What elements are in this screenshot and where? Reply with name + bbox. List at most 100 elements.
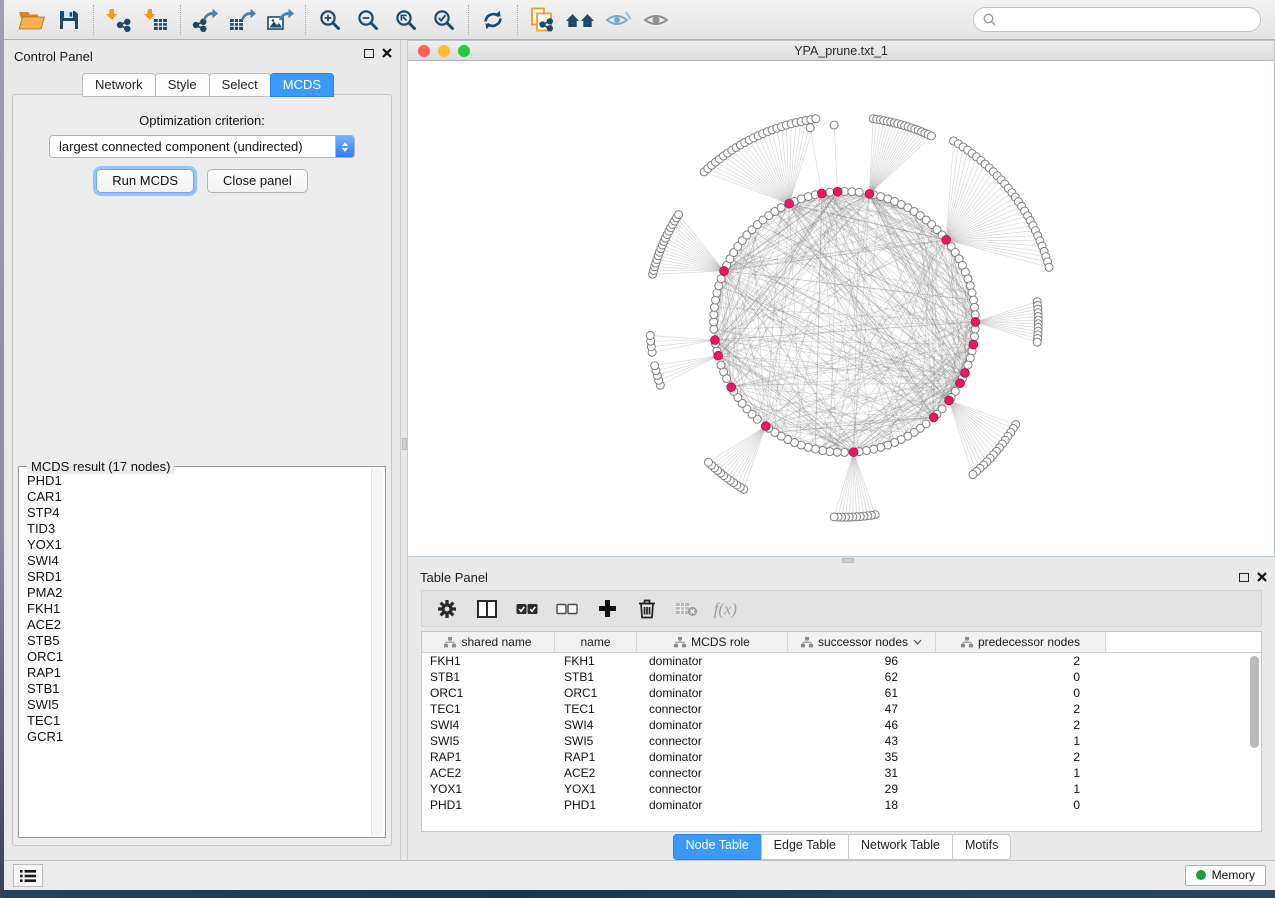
mcds-result-node[interactable]: SWI5 bbox=[21, 697, 371, 713]
network-canvas[interactable] bbox=[408, 62, 1274, 556]
column-header-predecessor-nodes[interactable]: predecessor nodes bbox=[936, 632, 1106, 652]
column-header-MCDS-role[interactable]: MCDS role bbox=[637, 632, 788, 652]
open-file-icon[interactable] bbox=[12, 4, 50, 36]
table-row[interactable]: FKH1FKH1dominator962 bbox=[422, 653, 1261, 669]
search-box[interactable] bbox=[973, 7, 1261, 32]
table-panel-tabs: Node TableEdge TableNetwork TableMotifs bbox=[408, 832, 1275, 860]
tab-network-table[interactable]: Network Table bbox=[848, 834, 953, 860]
mcds-tab-content: Optimization criterion: largest connecte… bbox=[12, 94, 392, 846]
network-view-frame: YPA_prune.txt_1 bbox=[408, 40, 1275, 557]
mcds-result-node[interactable]: STB5 bbox=[21, 633, 371, 649]
deselect-all-icon[interactable] bbox=[552, 595, 582, 623]
mcds-result-node[interactable]: CAR1 bbox=[21, 489, 371, 505]
zoom-out-icon[interactable] bbox=[349, 4, 387, 36]
tab-mcds[interactable]: MCDS bbox=[270, 73, 334, 97]
column-header-name[interactable]: name bbox=[555, 632, 637, 652]
mcds-result-list[interactable]: PHD1CAR1STP4TID3YOX1SWI4SRD1PMA2FKH1ACE2… bbox=[21, 473, 371, 835]
table-row[interactable]: TEC1TEC1connector472 bbox=[422, 701, 1261, 717]
horizontal-splitter[interactable] bbox=[408, 557, 1275, 564]
control-panel: Control Panel NetworkStyleSelectMCDS Opt… bbox=[4, 40, 400, 860]
export-table-icon[interactable] bbox=[224, 4, 262, 36]
new-network-from-selection-icon[interactable] bbox=[523, 4, 561, 36]
show-all-icon[interactable] bbox=[637, 4, 675, 36]
table-settings-icon[interactable] bbox=[432, 595, 462, 623]
mcds-result-scrollbar[interactable] bbox=[371, 469, 383, 835]
table-row[interactable]: YOX1YOX1connector291 bbox=[422, 781, 1261, 797]
search-input[interactable] bbox=[1002, 12, 1251, 27]
tab-select[interactable]: Select bbox=[209, 73, 271, 97]
table-cell: ACE2 bbox=[422, 766, 555, 780]
optimization-criterion-dropdown[interactable]: largest connected component (undirected) bbox=[49, 135, 355, 158]
hide-selected-icon[interactable] bbox=[599, 4, 637, 36]
select-all-icon[interactable] bbox=[512, 595, 542, 623]
control-panel-tabs: NetworkStyleSelectMCDS bbox=[82, 73, 333, 97]
table-cell: RAP1 bbox=[555, 750, 637, 764]
mcds-result-node[interactable]: STP4 bbox=[21, 505, 371, 521]
zoom-in-icon[interactable] bbox=[311, 4, 349, 36]
mcds-result-node[interactable]: YOX1 bbox=[21, 537, 371, 553]
splitter-grip[interactable] bbox=[842, 558, 854, 563]
save-session-icon[interactable] bbox=[50, 4, 88, 36]
export-network-icon[interactable] bbox=[186, 4, 224, 36]
tab-motifs[interactable]: Motifs bbox=[952, 834, 1011, 860]
tab-network[interactable]: Network bbox=[82, 73, 156, 97]
mcds-result-node[interactable]: GCR1 bbox=[21, 729, 371, 745]
table-row[interactable]: ACE2ACE2connector311 bbox=[422, 765, 1261, 781]
splitter-grip[interactable] bbox=[402, 438, 407, 450]
mcds-result-node[interactable]: TEC1 bbox=[21, 713, 371, 729]
mcds-result-node[interactable]: RAP1 bbox=[21, 665, 371, 681]
table-cell: connector bbox=[637, 782, 788, 796]
column-header-successor-nodes[interactable]: successor nodes bbox=[788, 632, 936, 652]
zoom-selected-icon[interactable] bbox=[425, 4, 463, 36]
first-neighbors-icon[interactable] bbox=[561, 4, 599, 36]
tab-style[interactable]: Style bbox=[155, 73, 210, 97]
mcds-result-node[interactable]: SWI4 bbox=[21, 553, 371, 569]
table-cell: connector bbox=[637, 702, 788, 716]
table-row[interactable]: ORC1ORC1dominator610 bbox=[422, 685, 1261, 701]
table-header-row: shared namename MCDS role successor nodesp… bbox=[422, 632, 1261, 653]
toolbar-buttons bbox=[12, 4, 675, 36]
column-panel-icon[interactable] bbox=[472, 595, 502, 623]
mcds-result-node[interactable]: ACE2 bbox=[21, 617, 371, 633]
table-cell: 0 bbox=[936, 670, 1106, 684]
mcds-result-node[interactable]: STB1 bbox=[21, 681, 371, 697]
tab-edge-table[interactable]: Edge Table bbox=[761, 834, 849, 860]
mcds-result-node[interactable]: SRD1 bbox=[21, 569, 371, 585]
export-image-icon[interactable] bbox=[262, 4, 300, 36]
column-label: MCDS role bbox=[691, 635, 750, 649]
list-icon bbox=[20, 870, 36, 882]
table-cell: dominator bbox=[637, 686, 788, 700]
close-panel-icon[interactable] bbox=[1257, 572, 1267, 582]
close-panel-button[interactable]: Close panel bbox=[207, 169, 308, 193]
tab-node-table[interactable]: Node Table bbox=[673, 834, 762, 860]
run-mcds-button[interactable]: Run MCDS bbox=[96, 169, 194, 193]
import-network-icon[interactable] bbox=[99, 4, 137, 36]
import-table-icon[interactable] bbox=[137, 4, 175, 36]
column-header-shared-name[interactable]: shared name bbox=[422, 632, 555, 652]
scrollbar-thumb[interactable] bbox=[1250, 656, 1259, 748]
automation-panel-button[interactable] bbox=[13, 864, 43, 887]
table-cell: PHD1 bbox=[555, 798, 637, 812]
table-row[interactable]: RAP1RAP1dominator352 bbox=[422, 749, 1261, 765]
mcds-result-node[interactable]: TID3 bbox=[21, 521, 371, 537]
table-row[interactable]: STB1STB1dominator620 bbox=[422, 669, 1261, 685]
add-column-icon[interactable] bbox=[592, 595, 622, 623]
table-cell: RAP1 bbox=[422, 750, 555, 764]
close-panel-icon[interactable] bbox=[382, 48, 392, 58]
mcds-result-node[interactable]: PMA2 bbox=[21, 585, 371, 601]
float-panel-icon[interactable] bbox=[1239, 573, 1249, 582]
refresh-icon[interactable] bbox=[474, 4, 512, 36]
mcds-result-node[interactable]: FKH1 bbox=[21, 601, 371, 617]
delete-column-icon[interactable] bbox=[632, 595, 662, 623]
mcds-result-node[interactable]: PHD1 bbox=[21, 473, 371, 489]
table-row[interactable]: SWI5SWI5connector431 bbox=[422, 733, 1261, 749]
vertical-splitter[interactable] bbox=[400, 40, 408, 860]
zoom-fit-icon[interactable] bbox=[387, 4, 425, 36]
float-panel-icon[interactable] bbox=[364, 49, 374, 58]
mcds-result-node[interactable]: ORC1 bbox=[21, 649, 371, 665]
memory-button[interactable]: Memory bbox=[1185, 865, 1266, 886]
table-scrollbar[interactable] bbox=[1248, 654, 1259, 829]
table-row[interactable]: PHD1PHD1dominator180 bbox=[422, 797, 1261, 813]
table-panel: Table Panel f(x) shared namenameMCDS rol… bbox=[408, 564, 1275, 860]
table-row[interactable]: SWI4SWI4dominator462 bbox=[422, 717, 1261, 733]
